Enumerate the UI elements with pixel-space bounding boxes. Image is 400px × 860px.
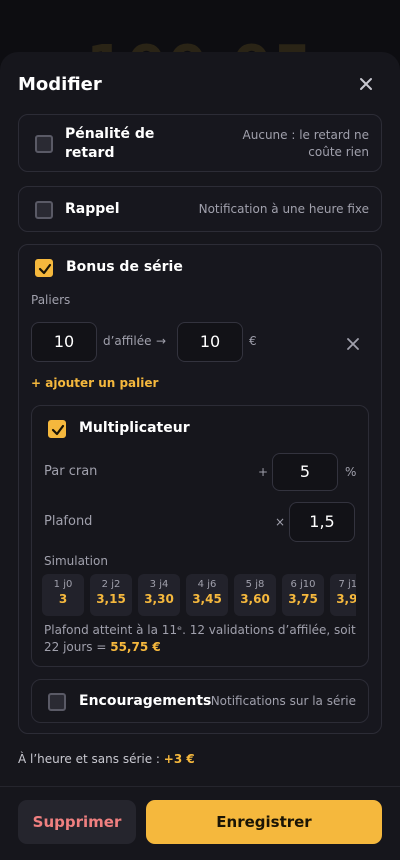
cap-input[interactable]: 1,5	[289, 502, 355, 542]
simulation-strip[interactable]: 1 j0 3 2 j2 3,15 3 j4 3,30 4 j6 3,45 5 j…	[42, 574, 356, 616]
simulation-chip: 7 j12 3,90	[330, 574, 356, 616]
reminder-checkbox[interactable]	[35, 201, 53, 219]
multiplier-checkbox[interactable]	[48, 420, 66, 438]
simulation-total: 55,75 €	[110, 640, 161, 654]
penalty-hint: Aucune : le retard ne coûte rien	[242, 128, 369, 159]
no-streak-summary: À l’heure et sans série : +3 €	[18, 752, 195, 766]
streak-label: Bonus de série	[66, 259, 183, 275]
edit-sheet: Modifier Pénalité de retard Aucune : le …	[0, 52, 400, 860]
encouragement-hint: Notifications sur la série	[210, 694, 356, 708]
penalty-checkbox[interactable]	[35, 135, 53, 153]
sheet-header: Modifier	[18, 72, 382, 98]
streak-checkbox[interactable]	[35, 259, 53, 277]
tier-count-suffix: d’affilée	[103, 334, 152, 348]
simulation-chip: 2 j2 3,15	[90, 574, 132, 616]
step-input[interactable]: 5	[272, 453, 338, 491]
simulation-chip: 6 j10 3,75	[282, 574, 324, 616]
no-streak-value: +3 €	[163, 752, 195, 766]
penalty-label: Pénalité de retard	[65, 126, 155, 161]
simulation-chip: 5 j8 3,60	[234, 574, 276, 616]
step-prefix: +	[258, 465, 269, 479]
simulation-chip: 1 j0 3	[42, 574, 84, 616]
footer-divider	[0, 786, 400, 787]
encouragement-label: Encouragements	[79, 693, 212, 709]
multiplier-label: Multiplicateur	[79, 420, 190, 436]
encouragement-card[interactable]: Encouragements Notifications sur la séri…	[31, 679, 369, 723]
tier-currency: €	[249, 334, 257, 348]
sheet-title: Modifier	[18, 74, 102, 95]
simulation-chip: 4 j6 3,45	[186, 574, 228, 616]
tier-remove-icon[interactable]	[347, 335, 361, 350]
tier-amount-input[interactable]: 10	[177, 322, 243, 362]
close-icon[interactable]	[356, 74, 376, 94]
save-button[interactable]: Enregistrer	[146, 800, 382, 844]
reminder-label: Rappel	[65, 201, 120, 217]
penalty-card[interactable]: Pénalité de retard Aucune : le retard ne…	[18, 114, 382, 172]
add-tier-link[interactable]: + ajouter un palier	[31, 376, 158, 390]
delete-button[interactable]: Supprimer	[18, 800, 136, 844]
encouragement-checkbox[interactable]	[48, 693, 66, 711]
step-label: Par cran	[44, 464, 98, 479]
streak-card: Bonus de série Paliers 10 d’affilée → 10…	[18, 244, 382, 734]
cap-prefix: ×	[275, 515, 286, 529]
multiplier-card: Multiplicateur Par cran + 5 % Plafond × …	[31, 405, 369, 667]
step-unit: %	[345, 465, 357, 479]
reminder-hint: Notification à une heure fixe	[198, 202, 369, 216]
cap-label: Plafond	[44, 514, 93, 529]
tiers-label: Paliers	[31, 293, 71, 307]
check-icon	[38, 263, 52, 275]
arrow-icon: →	[156, 334, 167, 348]
tier-count-input[interactable]: 10	[31, 322, 97, 362]
simulation-label: Simulation	[44, 554, 108, 568]
simulation-summary: Plafond atteint à la 11ᵉ. 12 validations…	[44, 623, 356, 654]
reminder-card[interactable]: Rappel Notification à une heure fixe	[18, 186, 382, 232]
check-icon	[51, 424, 65, 436]
simulation-chip: 3 j4 3,30	[138, 574, 180, 616]
